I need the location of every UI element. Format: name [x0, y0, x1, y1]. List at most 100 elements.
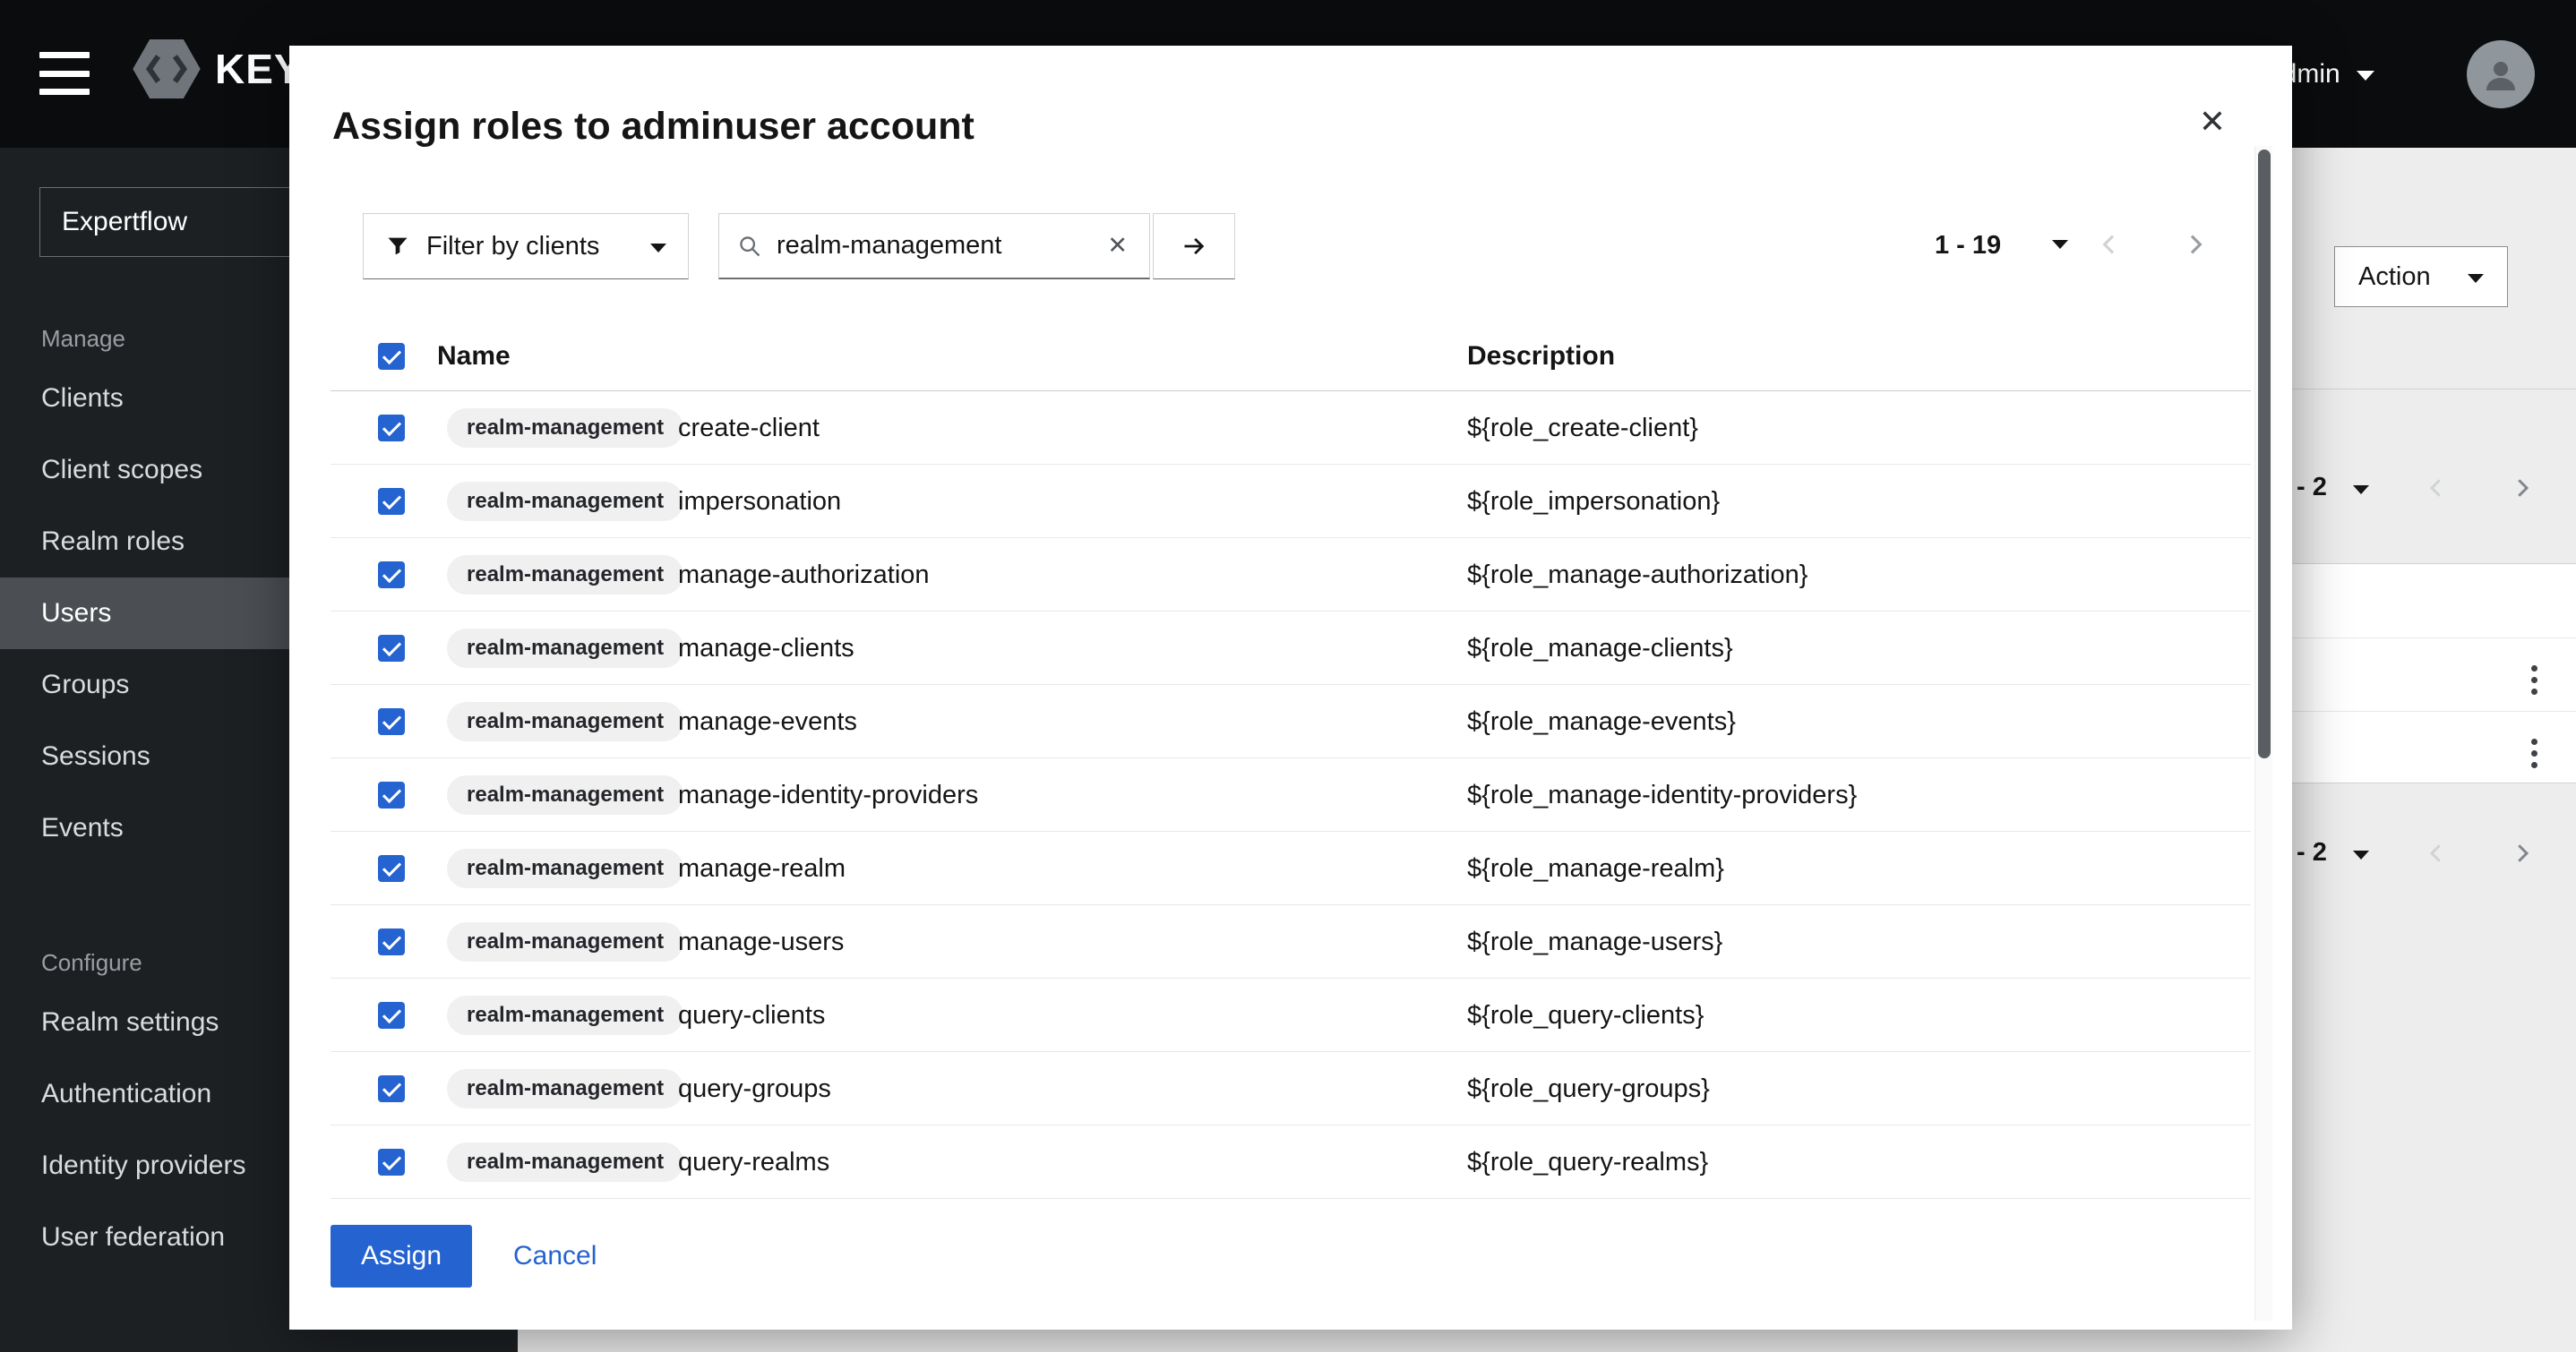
role-description: ${role_create-client} — [1467, 391, 1698, 465]
role-search-box: ✕ — [718, 213, 1150, 279]
action-dropdown-button[interactable]: Action — [2334, 246, 2508, 307]
role-name: impersonation — [678, 465, 841, 538]
bg-pagination-range[interactable]: - 2 — [2297, 838, 2327, 868]
action-dropdown-label: Action — [2358, 262, 2431, 292]
chevron-down-icon — [2357, 71, 2374, 81]
chevron-down-icon — [2353, 851, 2369, 860]
sidebar-item-label: Sessions — [41, 741, 150, 772]
role-description: ${role_impersonation} — [1467, 465, 1720, 538]
keycloak-logo-icon — [133, 39, 201, 98]
role-description: ${role_query-realms} — [1467, 1125, 1708, 1199]
chevron-right-icon[interactable] — [2509, 840, 2536, 867]
role-name: query-groups — [678, 1052, 831, 1125]
role-description: ${role_manage-realm} — [1467, 832, 1724, 905]
row-checkbox[interactable] — [378, 561, 405, 588]
assign-roles-modal: Assign roles to adminuser account ✕ Filt… — [289, 46, 2292, 1330]
search-input[interactable] — [777, 231, 1089, 261]
chevron-left-icon[interactable] — [2423, 840, 2450, 867]
avatar[interactable] — [2467, 40, 2535, 108]
row-checkbox[interactable] — [378, 782, 405, 809]
modal-scrollbar — [2254, 146, 2272, 1321]
menu-toggle-icon[interactable] — [39, 52, 90, 95]
client-badge: realm-management — [447, 555, 683, 595]
cancel-link[interactable]: Cancel — [513, 1225, 597, 1288]
role-description: ${role_manage-events} — [1467, 685, 1736, 758]
sidebar-item-label: Realm settings — [41, 1007, 219, 1038]
chevron-right-icon[interactable] — [2509, 475, 2536, 501]
table-row: realm-management query-clients ${role_qu… — [331, 979, 2251, 1052]
modal-title: Assign roles to adminuser account — [332, 105, 975, 149]
pagination-prev-icon[interactable] — [2095, 230, 2124, 259]
sidebar-item-label: Users — [41, 598, 111, 629]
roles-table-body: realm-management create-client ${role_cr… — [331, 391, 2251, 1199]
client-badge: realm-management — [447, 1069, 683, 1108]
chevron-left-icon[interactable] — [2423, 475, 2450, 501]
table-row: realm-management manage-authorization ${… — [331, 538, 2251, 612]
bg-pagination-bottom: - 2 — [2292, 824, 2576, 885]
role-description: ${role_manage-authorization} — [1467, 538, 1808, 612]
table-row: realm-management manage-events ${role_ma… — [331, 685, 2251, 758]
assign-button[interactable]: Assign — [331, 1225, 472, 1288]
table-row: realm-management manage-realm ${role_man… — [331, 832, 2251, 905]
role-name: manage-realm — [678, 832, 846, 905]
user-icon — [2479, 53, 2522, 96]
select-all-checkbox[interactable] — [378, 343, 405, 370]
row-checkbox[interactable] — [378, 855, 405, 882]
table-row: realm-management query-realms ${role_que… — [331, 1125, 2251, 1199]
sidebar-item-label: User federation — [41, 1222, 225, 1253]
search-submit-button[interactable] — [1153, 213, 1235, 279]
table-row: realm-management create-client ${role_cr… — [331, 391, 2251, 465]
modal-scrollbar-thumb[interactable] — [2258, 150, 2271, 758]
bg-pagination-top: - 2 — [2292, 458, 2576, 519]
filter-by-clients-dropdown[interactable]: Filter by clients — [363, 213, 689, 279]
roles-table-header: Name Description — [331, 321, 2251, 391]
bg-pagination-range[interactable]: - 2 — [2297, 473, 2327, 502]
role-description: ${role_query-clients} — [1467, 979, 1704, 1052]
row-checkbox[interactable] — [378, 635, 405, 662]
row-checkbox[interactable] — [378, 1075, 405, 1102]
table-row: realm-management impersonation ${role_im… — [331, 465, 2251, 538]
chevron-down-icon — [2353, 485, 2369, 494]
table-row: realm-management query-groups ${role_que… — [331, 1052, 2251, 1125]
client-badge: realm-management — [447, 775, 683, 815]
sidebar-item-label: Clients — [41, 383, 124, 414]
search-icon — [737, 234, 762, 259]
sidebar-item-label: Groups — [41, 670, 129, 700]
role-name: query-realms — [678, 1125, 829, 1199]
kebab-menu-icon[interactable] — [2531, 739, 2540, 768]
sidebar-item-label: Authentication — [41, 1079, 211, 1109]
clear-search-icon[interactable]: ✕ — [1103, 232, 1131, 260]
role-name: manage-users — [678, 905, 844, 979]
role-name: create-client — [678, 391, 820, 465]
bg-table-row-divider — [2292, 711, 2576, 712]
chevron-down-icon — [2468, 274, 2484, 283]
pagination-next-icon[interactable] — [2181, 230, 2210, 259]
kebab-menu-icon[interactable] — [2531, 665, 2540, 695]
column-header-description: Description — [1467, 321, 1615, 391]
row-checkbox[interactable] — [378, 415, 405, 441]
sidebar-item-label: Identity providers — [41, 1151, 245, 1181]
filter-icon — [385, 234, 410, 259]
role-description: ${role_query-groups} — [1467, 1052, 1710, 1125]
row-checkbox[interactable] — [378, 928, 405, 955]
realm-name: Expertflow — [62, 207, 187, 237]
row-checkbox[interactable] — [378, 708, 405, 735]
client-badge: realm-management — [447, 1142, 683, 1182]
row-checkbox[interactable] — [378, 1002, 405, 1029]
row-checkbox[interactable] — [378, 1149, 405, 1176]
role-description: ${role_manage-clients} — [1467, 612, 1733, 685]
role-name: manage-events — [678, 685, 857, 758]
role-name: query-clients — [678, 979, 825, 1052]
pagination-range-dropdown[interactable]: 1 - 19 — [1935, 231, 2001, 261]
row-checkbox[interactable] — [378, 488, 405, 515]
close-icon[interactable]: ✕ — [2188, 98, 2237, 146]
role-name: manage-authorization — [678, 538, 930, 612]
sidebar-item-label: Realm roles — [41, 526, 185, 557]
sidebar-item-label: Client scopes — [41, 455, 202, 485]
bg-table-card — [2292, 563, 2576, 783]
table-row: realm-management manage-identity-provide… — [331, 758, 2251, 832]
client-badge: realm-management — [447, 922, 683, 962]
client-badge: realm-management — [447, 702, 683, 741]
client-badge: realm-management — [447, 849, 683, 888]
sidebar-item-label: Events — [41, 813, 124, 843]
